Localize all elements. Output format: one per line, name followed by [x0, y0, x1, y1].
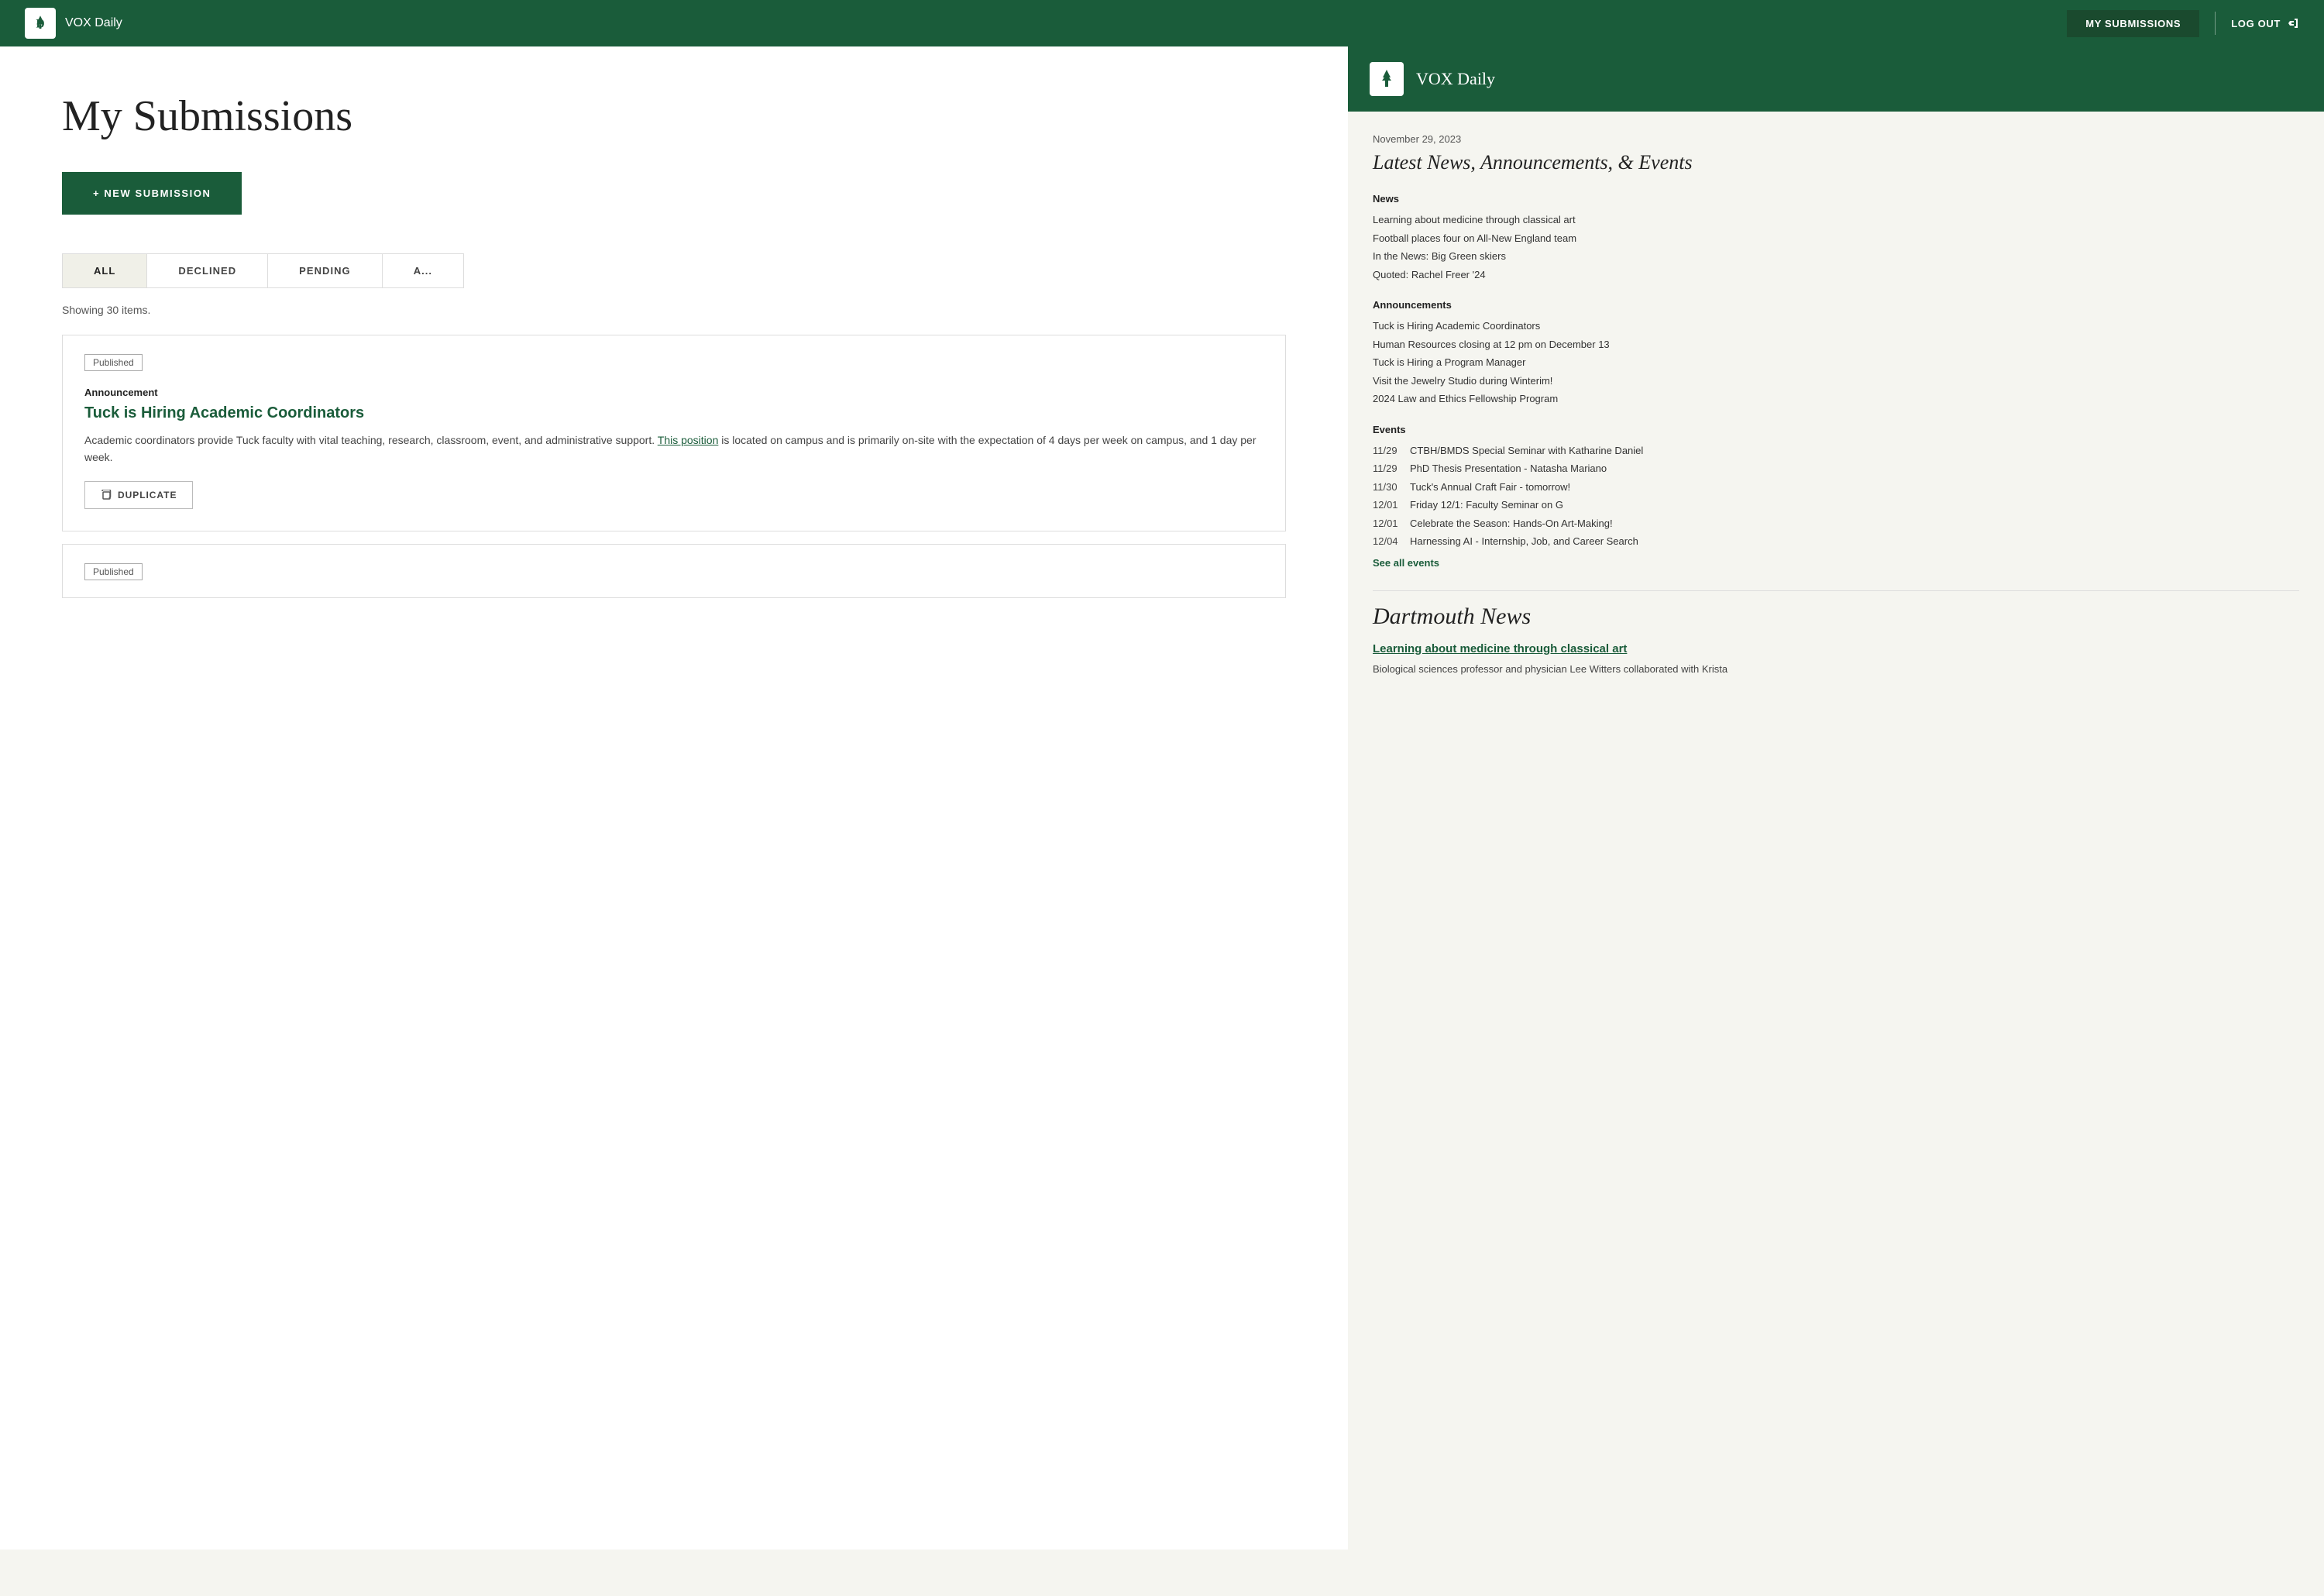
nav-divider [2215, 12, 2216, 35]
logout-button[interactable]: LOG OUT [2231, 17, 2299, 29]
duplicate-icon [101, 490, 112, 500]
tab-declined[interactable]: DECLINED [147, 254, 268, 287]
announcements-list: Tuck is Hiring Academic Coordinators Hum… [1373, 317, 2299, 408]
submission-card-2: Published [62, 544, 1286, 598]
list-item: 12/01 Friday 12/1: Faculty Seminar on G [1373, 496, 2299, 514]
tabs-row: ALL DECLINED PENDING A... [62, 253, 464, 288]
my-submissions-button[interactable]: MY SUBMISSIONS [2067, 10, 2199, 37]
list-item: Tuck is Hiring Academic Coordinators [1373, 317, 2299, 335]
top-navigation: D VOX Daily MY SUBMISSIONS LOG OUT [0, 0, 2324, 46]
right-logo-icon [1374, 67, 1399, 91]
published-badge-2: Published [84, 563, 143, 580]
list-item: 12/01 Celebrate the Season: Hands-On Art… [1373, 514, 2299, 533]
left-panel: My Submissions + NEW SUBMISSION ALL DECL… [0, 46, 1348, 1550]
main-layout: My Submissions + NEW SUBMISSION ALL DECL… [0, 46, 2324, 1550]
list-item: In the News: Big Green skiers [1373, 247, 2299, 266]
page-title: My Submissions [62, 93, 1286, 141]
news-list: Learning about medicine through classica… [1373, 211, 2299, 284]
right-header-title: VOX Daily [1416, 69, 1495, 89]
announcements-section-heading: Announcements [1373, 299, 2299, 311]
right-logo [1370, 62, 1404, 96]
submission-card-1: Published Announcement Tuck is Hiring Ac… [62, 335, 1286, 532]
nav-site-title: VOX Daily [65, 16, 122, 30]
nav-right: MY SUBMISSIONS LOG OUT [2067, 10, 2299, 37]
card-type-1: Announcement [84, 387, 1263, 398]
logout-icon [2287, 17, 2299, 29]
dartmouth-news-heading: Dartmouth News [1373, 604, 2299, 630]
list-item: Human Resources closing at 12 pm on Dece… [1373, 335, 2299, 354]
right-header: VOX Daily [1348, 46, 2324, 112]
newsletter-date: November 29, 2023 [1373, 133, 2299, 145]
dartmouth-article-title-1[interactable]: Learning about medicine through classica… [1373, 642, 2299, 655]
list-item: Quoted: Rachel Freer '24 [1373, 266, 2299, 284]
duplicate-button-1[interactable]: DUPLICATE [84, 481, 193, 509]
tab-pending[interactable]: PENDING [268, 254, 383, 287]
new-submission-button[interactable]: + NEW SUBMISSION [62, 172, 242, 215]
dartmouth-article-body-1: Biological sciences professor and physic… [1373, 662, 2299, 677]
nav-left: D VOX Daily [25, 8, 122, 39]
published-badge-1: Published [84, 354, 143, 371]
list-item: Football places four on All-New England … [1373, 229, 2299, 248]
right-content: November 29, 2023 Latest News, Announcem… [1348, 112, 2324, 698]
list-item: 11/29 PhD Thesis Presentation - Natasha … [1373, 459, 2299, 478]
list-item: 11/29 CTBH/BMDS Special Seminar with Kat… [1373, 442, 2299, 460]
tab-partial[interactable]: A... [383, 254, 463, 287]
news-section-heading: News [1373, 193, 2299, 205]
events-list: 11/29 CTBH/BMDS Special Seminar with Kat… [1373, 442, 2299, 551]
showing-items-text: Showing 30 items. [62, 304, 1286, 316]
newsletter-heading: Latest News, Announcements, & Events [1373, 151, 2299, 174]
list-item: 2024 Law and Ethics Fellowship Program [1373, 390, 2299, 408]
list-item: Learning about medicine through classica… [1373, 211, 2299, 229]
see-all-events-link[interactable]: See all events [1373, 557, 2299, 569]
section-divider [1373, 590, 2299, 591]
list-item: Tuck is Hiring a Program Manager [1373, 353, 2299, 372]
card-title-1[interactable]: Tuck is Hiring Academic Coordinators [84, 404, 1263, 422]
list-item: 12/04 Harnessing AI - Internship, Job, a… [1373, 532, 2299, 551]
events-section-heading: Events [1373, 424, 2299, 435]
list-item: Visit the Jewelry Studio during Winterim… [1373, 372, 2299, 390]
list-item: 11/30 Tuck's Annual Craft Fair - tomorro… [1373, 478, 2299, 497]
tab-all[interactable]: ALL [63, 254, 147, 287]
right-panel: VOX Daily November 29, 2023 Latest News,… [1348, 46, 2324, 1550]
card-body-1: Academic coordinators provide Tuck facul… [84, 432, 1263, 466]
dartmouth-logo: D [25, 8, 56, 39]
